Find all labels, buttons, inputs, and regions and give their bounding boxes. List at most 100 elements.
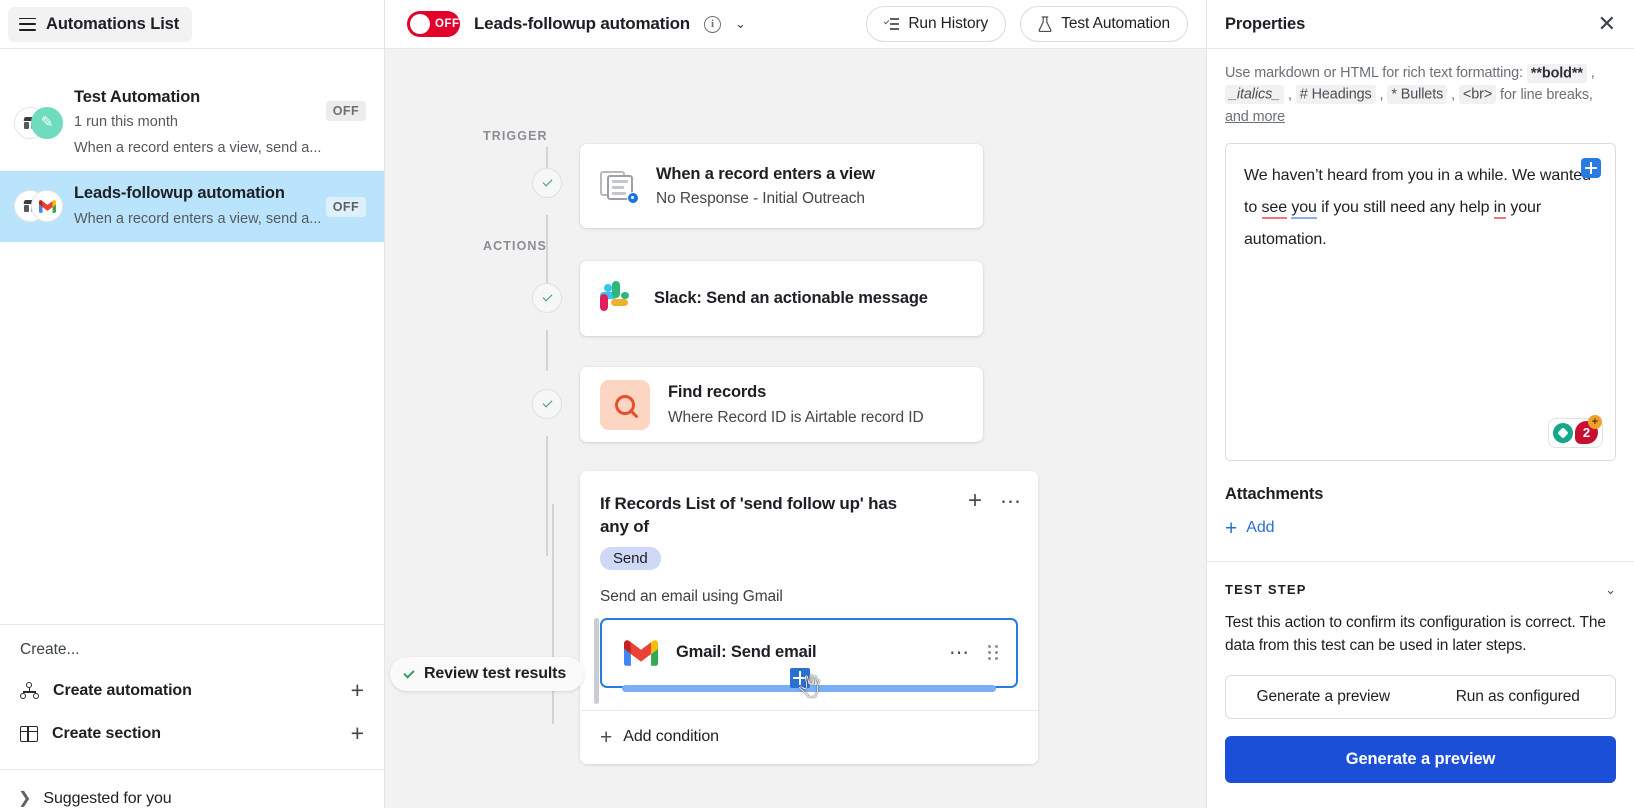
gmail-icon [31,190,63,223]
chevron-down-icon[interactable]: ⌄ [1605,582,1616,598]
more-horizontal-icon[interactable]: ⋯ [1000,491,1022,512]
sidebar-create-section: Create... Create automation + Create sec… [0,624,384,808]
automation-name: Test Automation [74,88,201,106]
action-card-slack[interactable]: Slack: Send an actionable message [580,261,983,336]
create-section-label: Create... [20,641,80,658]
flow-canvas: TRIGGER ACTIONS When a record enters a v… [385,49,1206,808]
condition-chip: Send [600,546,661,570]
suggested-for-you-row[interactable]: ❯ Suggested for you [0,769,384,808]
automations-list-button[interactable]: Automations List [8,6,193,42]
automation-description: When a record enters a view, send a... [74,211,322,227]
review-test-results-pill[interactable]: Review test results [390,657,585,691]
plus-icon[interactable]: + [351,679,364,702]
nested-action-title: Gmail: Send email [676,643,817,662]
drag-handle-icon[interactable] [988,644,998,661]
close-icon[interactable]: ✕ [1598,13,1616,35]
editor-line-1: We haven’t heard from you in a while. We… [1244,166,1591,184]
grammarly-issue-count: 2 + [1575,415,1602,445]
segment-run-as-configured[interactable]: Run as configured [1421,676,1616,718]
flow-rail [546,215,548,261]
automation-runs: 1 run this month [74,114,178,131]
automation-icon-stack [14,186,70,226]
test-automation-button[interactable]: Test Automation [1020,6,1188,42]
condition-actions: + ⋯ [968,489,1022,513]
flow-diagram: TRIGGER ACTIONS When a record enters a v… [385,49,1206,808]
automation-editor: OFF Leads-followup automation i ⌄ Run Hi… [385,0,1206,808]
more-horizontal-icon[interactable]: ⋯ [949,640,970,665]
plus-icon: + [1225,516,1238,540]
editor-header: OFF Leads-followup automation i ⌄ Run Hi… [385,0,1206,49]
hint-italics-token: _italics_ [1225,85,1285,105]
test-step-header: TEST STEP ⌄ [1225,582,1616,598]
create-section-row[interactable]: Create section + [0,712,384,755]
spellcheck-underline-red: in [1493,198,1506,219]
trigger-section-label: TRIGGER [483,129,548,143]
plus-icon[interactable]: + [351,722,364,745]
create-automation-label: Create automation [53,681,192,699]
hint-headings-token: # Headings [1295,85,1376,105]
action-title: Slack: Send an actionable message [654,288,928,307]
run-history-button[interactable]: Run History [866,6,1007,42]
properties-body: Use markdown or HTML for rich text forma… [1207,49,1634,808]
editor-line-3: automation. [1244,231,1327,249]
trigger-subtitle: No Response - Initial Outreach [656,190,865,208]
plus-icon: + [600,725,613,749]
generate-preview-button[interactable]: Generate a preview [1225,736,1616,784]
status-badge: OFF [325,101,366,121]
hint-and-more-link[interactable]: and more [1225,109,1285,125]
automation-icon-stack: ✎ [14,103,70,143]
nested-action-wrapper: Gmail: Send email ⋯ 🖑 [580,606,1038,704]
check-icon [403,666,415,679]
flow-rail [546,436,548,556]
grid-icon [20,725,38,742]
attachments-add-button[interactable]: + Add [1207,504,1634,561]
hint-br-token: <br> [1458,85,1497,105]
add-action-icon[interactable]: + [968,489,982,513]
grammarly-bulb-icon [1553,422,1573,443]
list-item[interactable]: Leads-followup automation When a record … [0,170,384,242]
chevron-right-icon: ❯ [18,790,32,807]
action-status-check [532,389,562,419]
test-step-description: Test this action to confirm its configur… [1225,613,1606,654]
automation-enable-toggle[interactable]: OFF [407,11,460,37]
chevron-down-icon[interactable]: ⌄ [735,16,746,32]
properties-panel: Properties ✕ Use markdown or HTML for ri… [1206,0,1634,808]
run-history-icon [883,18,900,31]
condition-title: If Records List of 'send follow up' has … [600,494,897,536]
action-status-check [532,283,562,313]
blue-plus-icon[interactable] [1581,157,1601,178]
automations-list-label: Automations List [46,14,180,33]
list-item[interactable]: ✎ Test Automation 1 run this month When … [0,75,384,171]
trigger-card[interactable]: When a record enters a view No Response … [580,144,983,228]
action-title: Find records [668,383,767,402]
condition-subtitle: Send an email using Gmail [600,587,783,605]
app-root: Automations List ✎ Test Automation 1 run… [0,0,1634,808]
actions-section-label: ACTIONS [483,239,547,253]
attachments-add-label: Add [1246,519,1275,537]
hint-mid-text: for line breaks, [1500,86,1593,103]
toggle-label: OFF [435,18,460,30]
add-condition-row[interactable]: + Add condition [580,709,1038,764]
automation-meta: Test Automation 1 run this month When a … [70,87,326,159]
action-card-gmail[interactable]: Gmail: Send email ⋯ 🖑 [600,617,1018,699]
toggle-knob [410,14,430,34]
nested-indent-bar [594,617,599,704]
spellcheck-underline-blue: you [1291,198,1317,219]
condition-card[interactable]: If Records List of 'send follow up' has … [580,471,1038,764]
spellcheck-underline-red: see [1261,198,1287,219]
grammarly-premium-badge: + [1588,415,1602,430]
sidebar-header: Automations List [0,0,384,49]
message-body-editor[interactable]: We haven’t heard from you in a while. We… [1225,142,1616,461]
action-card-find-records[interactable]: Find records Where Record ID is Airtable… [580,367,983,442]
review-test-results-label: Review test results [424,665,567,682]
flow-rail-branch [552,504,554,724]
trigger-status-check [532,168,562,198]
action-subtitle: Where Record ID is Airtable record ID [668,408,924,426]
create-automation-row[interactable]: Create automation + [0,669,384,712]
slack-icon [600,280,636,317]
grammarly-widget[interactable]: 2 + [1548,415,1603,448]
hint-prefix: Use markdown or HTML for rich text forma… [1225,65,1523,81]
segment-generate-preview[interactable]: Generate a preview [1226,676,1421,718]
pencil-icon: ✎ [31,106,63,139]
info-icon[interactable]: i [704,15,721,33]
